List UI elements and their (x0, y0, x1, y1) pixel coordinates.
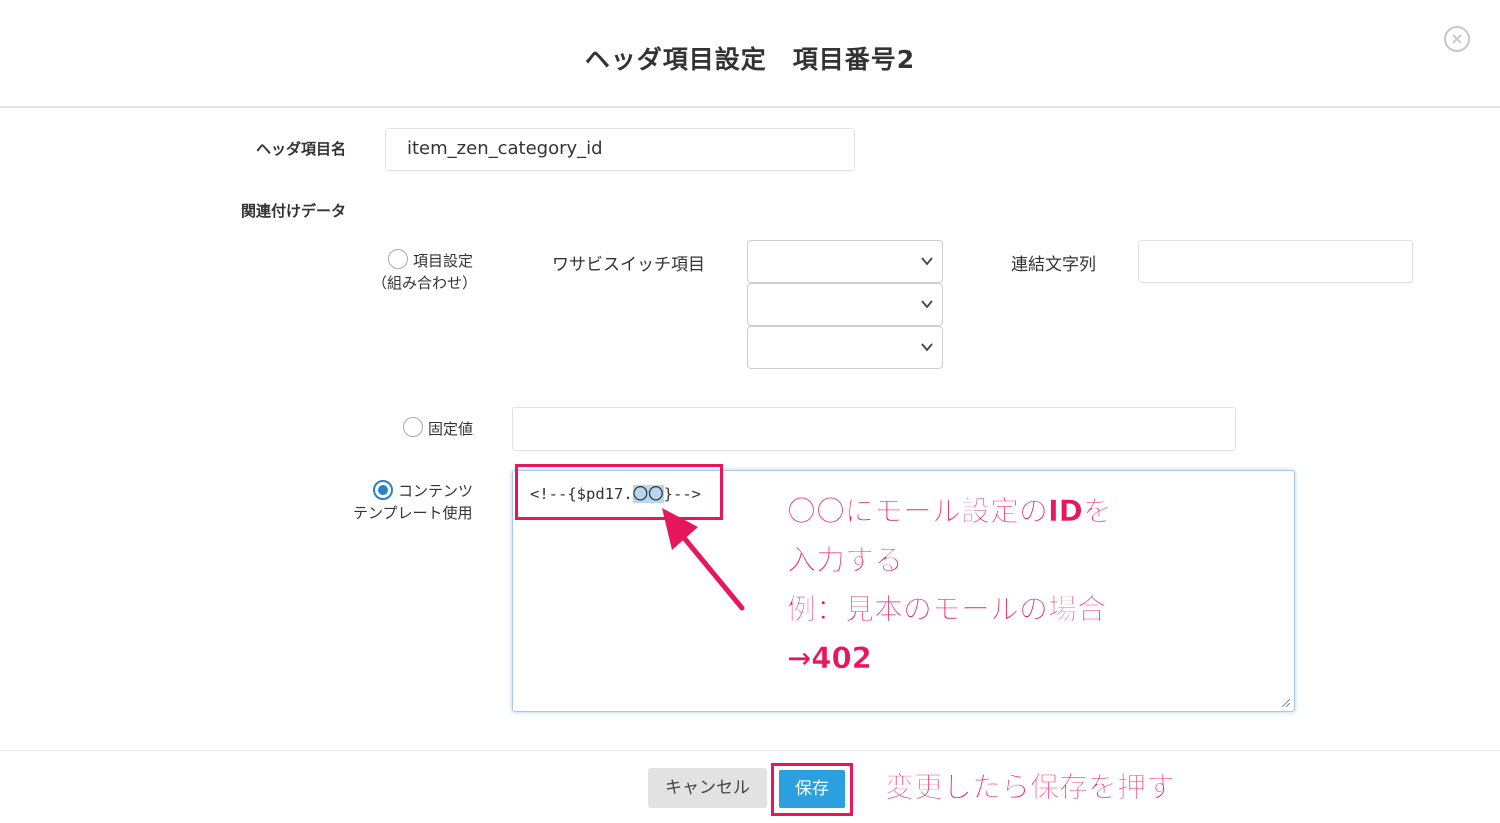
header-name-input[interactable]: item_zen_category_id (385, 128, 855, 171)
related-data-label: 関連付けデータ (241, 202, 347, 220)
join-string-label: 連結文字列 (1011, 255, 1096, 275)
content-template-label: コンテンツ (398, 482, 474, 500)
item-setting-sublabel: （組み合わせ） (372, 274, 478, 292)
close-icon[interactable]: × (1444, 26, 1470, 52)
content-template-sublabel: テンプレート使用 (353, 504, 473, 522)
chevron-down-icon (921, 343, 933, 352)
item-setting-label: 項目設定 (413, 252, 474, 270)
annotation-note-line3: 例：見本のモールの場合 (787, 592, 1107, 627)
chevron-down-icon (921, 300, 933, 309)
radio-item-setting[interactable] (388, 249, 408, 269)
resize-handle-icon[interactable] (1281, 698, 1291, 708)
annotation-note-line1: 〇〇にモール設定のIDを (787, 494, 1112, 529)
wasabi-item-select-1[interactable] (747, 240, 943, 283)
annotation-note-line4: →402 (787, 641, 872, 676)
chevron-down-icon (921, 257, 933, 266)
radio-fixed-value[interactable] (403, 417, 423, 437)
header-name-label: ヘッダ項目名 (256, 140, 347, 158)
arrow-icon (662, 508, 745, 611)
wasabi-item-label: ワサビスイッチ項目 (552, 255, 705, 275)
fixed-value-input[interactable] (512, 407, 1236, 451)
wasabi-item-select-3[interactable] (747, 326, 943, 369)
dialog-title: ヘッダ項目設定 項目番号2 (584, 45, 916, 74)
footer-divider (0, 750, 1500, 751)
annotation-save-note: 変更したら保存を押す (885, 770, 1176, 805)
save-button[interactable]: 保存 (779, 770, 845, 808)
cancel-button[interactable]: キャンセル (648, 768, 767, 808)
radio-content-template[interactable] (373, 480, 393, 500)
wasabi-item-select-2[interactable] (747, 283, 943, 326)
join-string-input[interactable] (1138, 240, 1413, 283)
fixed-value-label: 固定値 (428, 420, 474, 438)
annotation-note-line2: 入力する (787, 543, 904, 578)
